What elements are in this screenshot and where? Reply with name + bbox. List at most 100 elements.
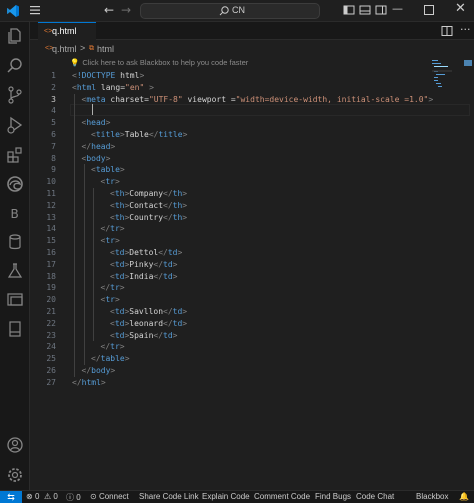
settings-gear-icon[interactable] [5, 465, 25, 485]
notifications-bell-icon[interactable]: 🔔 [459, 492, 469, 501]
code-text: <!DOCTYPE html> [72, 71, 145, 80]
code-line[interactable]: 13 <th>Country</th> [30, 212, 430, 224]
info-status[interactable]: ⓘ 0 [66, 492, 81, 503]
code-line[interactable]: 20 <tr> [30, 294, 430, 306]
lightbulb-icon: 💡 [70, 58, 80, 67]
testing-flask-icon[interactable] [5, 261, 25, 281]
code-line[interactable]: 7 </head> [30, 141, 430, 153]
close-icon[interactable]: ✕ [455, 1, 466, 16]
toggle-panel-icon[interactable] [359, 4, 371, 16]
code-line[interactable]: 10 <tr> [30, 176, 430, 188]
breadcrumb-element[interactable]: html [97, 44, 114, 54]
database-icon[interactable] [5, 232, 25, 252]
tab-q-html[interactable]: <> q.html [38, 22, 96, 40]
html-file-icon: <> [44, 28, 53, 35]
code-line[interactable]: 8 <body> [30, 153, 430, 165]
code-text: <tr> [100, 295, 120, 305]
line-number: 24 [46, 342, 56, 352]
code-chat-button[interactable]: Code Chat [356, 492, 394, 501]
warning-count: 0 [53, 492, 58, 501]
code-line[interactable]: 11 <th>Company</th> [30, 188, 430, 200]
tab-label: q.html [52, 26, 77, 36]
remote-explorer-icon[interactable] [5, 290, 25, 310]
comment-code-button[interactable]: Comment Code [254, 492, 310, 501]
minimize-icon[interactable]: — [392, 2, 403, 15]
toggle-primary-sidebar-icon[interactable] [343, 4, 355, 16]
code-text: <th>Contact</th> [110, 200, 188, 210]
indent-guide [74, 93, 75, 377]
code-line[interactable]: 16 <td>Dettol</td> [30, 247, 430, 259]
code-line[interactable]: 18 <td>India</td> [30, 271, 430, 283]
search-text: CN [232, 5, 245, 15]
toggle-secondary-sidebar-icon[interactable] [375, 4, 387, 16]
code-line[interactable]: 12 <th>Contact</th> [30, 200, 430, 212]
source-control-icon[interactable] [5, 85, 25, 105]
line-number: 1 [51, 71, 56, 80]
line-number: 9 [51, 165, 56, 175]
line-number: 22 [46, 318, 56, 328]
code-line[interactable]: 6 <title>Table</title> [30, 129, 430, 141]
code-line[interactable]: 15 <tr> [30, 235, 430, 247]
line-number: 23 [46, 330, 56, 340]
code-line[interactable]: 24 </tr> [30, 341, 430, 353]
run-debug-icon[interactable] [5, 115, 25, 135]
menu-icon[interactable] [28, 3, 42, 17]
code-text: <head> [81, 118, 111, 128]
code-line[interactable]: 3 <meta charset="UTF-8" viewport ="width=… [30, 94, 433, 106]
line-number: 8 [51, 153, 56, 163]
vscode-logo-icon [7, 5, 19, 17]
code-line[interactable]: 21 <td>Savllon</td> [30, 306, 430, 318]
split-editor-icon[interactable] [441, 25, 453, 37]
breadcrumb-file[interactable]: q.html [52, 44, 77, 54]
explain-code-button[interactable]: Explain Code [202, 492, 250, 501]
code-line[interactable]: 23 <td>Spain</td> [30, 330, 430, 342]
code-text: <td>Dettol</td> [110, 248, 183, 257]
line-number: 17 [46, 259, 56, 269]
code-line[interactable]: 19 </tr> [30, 282, 430, 294]
code-line[interactable]: 26 </body> [30, 365, 430, 377]
connect-label: Connect [98, 492, 129, 501]
command-search-box[interactable]: CN [140, 3, 320, 19]
warnings-status[interactable]: ⚠ 0 [44, 492, 58, 501]
code-text: <tr> [100, 177, 120, 187]
line-number: 5 [51, 118, 56, 128]
code-line[interactable]: 1 <!DOCTYPE html> [30, 70, 430, 82]
code-text: <th>Company</th> [110, 189, 188, 198]
vertical-scrollbar[interactable] [462, 58, 474, 490]
share-code-link-button[interactable]: Share Code Link [139, 492, 199, 501]
code-text: <html lang="en" > [72, 82, 154, 92]
errors-status[interactable]: ⊗ 0 [26, 492, 39, 501]
code-line[interactable]: 5 <head> [30, 117, 430, 129]
edge-browser-icon[interactable] [5, 174, 25, 194]
account-icon[interactable] [5, 435, 25, 455]
search-icon[interactable] [5, 56, 25, 76]
forward-arrow-icon[interactable]: → [121, 3, 131, 17]
connect-button[interactable]: ⊙ Connect [90, 492, 129, 501]
maximize-icon[interactable] [424, 5, 434, 15]
element-icon: ⧉ [89, 45, 94, 52]
code-line[interactable]: 22 <td>leonard</td> [30, 318, 430, 330]
blackbox-button[interactable]: Blackbox [416, 492, 448, 501]
code-editor[interactable]: 💡 Click here to ask Blackbox to help you … [30, 58, 474, 490]
blackbox-hint[interactable]: 💡 Click here to ask Blackbox to help you … [70, 58, 248, 69]
more-actions-icon[interactable]: ··· [460, 23, 471, 36]
code-line[interactable]: 2 <html lang="en" > [30, 82, 430, 94]
code-line[interactable]: 9 <table> [30, 164, 430, 176]
code-line[interactable]: 27 </html> [30, 377, 430, 389]
back-arrow-icon[interactable]: ← [104, 3, 114, 17]
line-number: 7 [51, 141, 56, 151]
find-bugs-button[interactable]: Find Bugs [315, 492, 351, 501]
book-icon[interactable] [5, 319, 25, 339]
code-text: </head> [81, 141, 116, 151]
code-line[interactable]: 25 </table> [30, 353, 430, 365]
blackbox-icon[interactable]: B [5, 203, 25, 223]
explorer-icon[interactable] [5, 26, 25, 46]
remote-indicator-icon[interactable]: ⇆ [0, 491, 22, 503]
extensions-icon[interactable] [5, 145, 25, 165]
code-line[interactable]: 4 [30, 105, 430, 117]
code-text: <tr> [100, 236, 120, 246]
code-line[interactable]: 17 <td>Pinky</td> [30, 259, 430, 271]
code-line[interactable]: 14 </tr> [30, 223, 430, 235]
minimap[interactable] [396, 58, 456, 118]
breadcrumb: <> q.html > ⧉ html [30, 40, 474, 58]
